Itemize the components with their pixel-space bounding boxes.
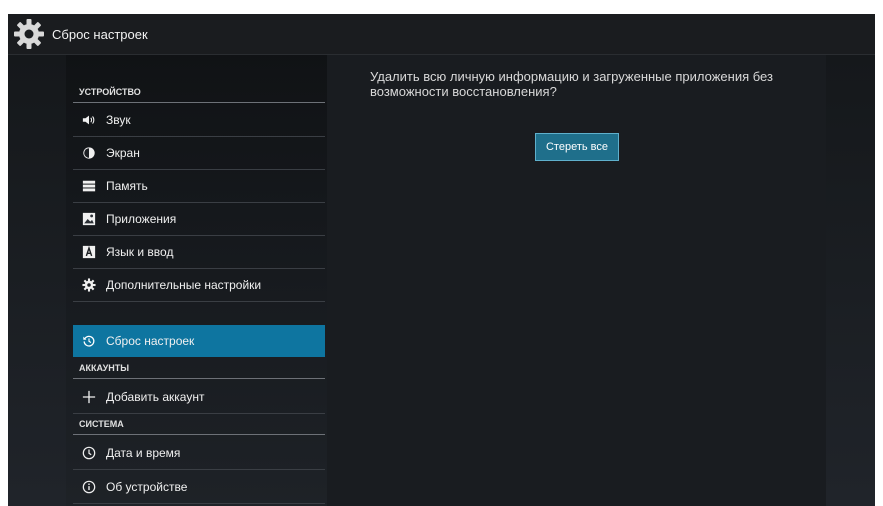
sidebar-item-label: Об устройстве	[106, 480, 188, 494]
sidebar-item-label: Язык и ввод	[106, 245, 174, 259]
left-margin	[8, 55, 66, 506]
sidebar-item-sound[interactable]: Звук	[73, 104, 325, 137]
section-header-system: СИСТЕМА	[73, 417, 325, 435]
settings-screen: Сброс настроек УСТРОЙСТВО Звук Экран Пам…	[8, 14, 875, 506]
sidebar-item-reset[interactable]: Сброс настроек	[73, 325, 325, 357]
sidebar-item-apps[interactable]: Приложения	[73, 203, 325, 236]
right-margin	[826, 55, 875, 506]
volume-icon	[81, 112, 97, 128]
sidebar-item-label: Дополнительные настройки	[106, 278, 262, 292]
sidebar-item-add-account[interactable]: Добавить аккаунт	[73, 381, 325, 414]
gear-icon	[81, 277, 97, 293]
erase-all-button[interactable]: Стереть все	[535, 133, 619, 161]
sidebar-item-label: Приложения	[106, 212, 177, 226]
reset-warning-text: Удалить всю личную информацию и загружен…	[370, 69, 773, 99]
reset-panel: Удалить всю личную информацию и загружен…	[327, 55, 826, 506]
app-title: Сброс настроек	[52, 26, 148, 42]
section-header-accounts: АККАУНТЫ	[73, 361, 325, 379]
sidebar-item-language[interactable]: Язык и ввод	[73, 236, 325, 269]
brightness-icon	[81, 145, 97, 161]
sidebar-item-display[interactable]: Экран	[73, 137, 325, 170]
clock-icon	[81, 445, 97, 461]
storage-icon	[81, 178, 97, 194]
sidebar-item-date-time[interactable]: Дата и время	[73, 437, 325, 470]
apps-icon	[81, 211, 97, 227]
sidebar-item-label: Звук	[106, 113, 131, 127]
language-icon	[81, 244, 97, 260]
sidebar-item-label: Память	[106, 179, 148, 193]
gear-icon[interactable]	[12, 17, 46, 51]
sidebar-item-label: Добавить аккаунт	[106, 390, 205, 404]
sidebar-item-label: Дата и время	[106, 446, 181, 460]
reset-icon	[81, 333, 97, 349]
sidebar-item-storage[interactable]: Память	[73, 170, 325, 203]
info-icon	[81, 479, 97, 495]
settings-sidebar: УСТРОЙСТВО Звук Экран Память Приложения	[73, 55, 325, 506]
action-bar: Сброс настроек	[8, 14, 875, 55]
sidebar-item-label: Экран	[106, 146, 140, 160]
section-header-device: УСТРОЙСТВО	[73, 85, 325, 103]
sidebar-item-label: Сброс настроек	[106, 334, 195, 348]
sidebar-item-about[interactable]: Об устройстве	[73, 471, 325, 504]
plus-icon	[81, 389, 97, 405]
sidebar-item-advanced[interactable]: Дополнительные настройки	[73, 269, 325, 302]
